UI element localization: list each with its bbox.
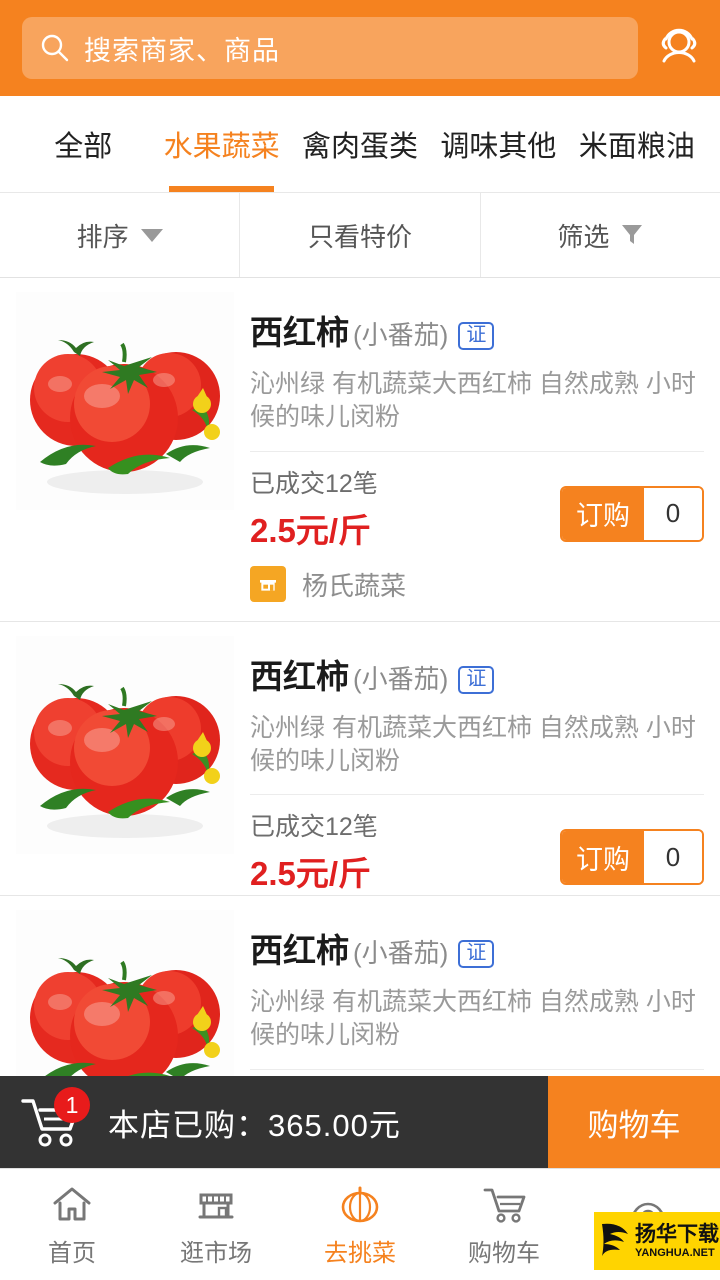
product-subname: (小番茄) (353, 938, 449, 968)
filter-bar: 排序 只看特价 筛选 (0, 192, 720, 278)
cart-icon[interactable]: 1 (20, 1087, 90, 1151)
tab-label: 全部 (54, 131, 113, 163)
product-name: 西红柿 (250, 932, 349, 969)
watermark-en: YANGHUA.NET (635, 1246, 715, 1259)
shop-row[interactable]: 杨氏蔬菜 (250, 552, 704, 621)
watermark-logo-icon (598, 1218, 632, 1264)
tab-label: 禽肉蛋类 (302, 131, 419, 163)
nav-item-home[interactable]: 首页 (0, 1181, 144, 1268)
download-site-watermark: 扬华下载 YANGHUA.NET (594, 1212, 720, 1270)
product-description: 沁州绿 有机蔬菜大西红柿 自然成熟 小时候的味儿闵粉 (250, 712, 704, 795)
user-service-icon[interactable] (652, 21, 706, 75)
cart-summary-left[interactable]: 1 本店已购：365.00元 (0, 1076, 548, 1168)
cart-summary-bar: 1 本店已购：365.00元 购物车 (0, 1076, 720, 1168)
pumpkin-icon (337, 1181, 383, 1227)
product-title-row: 西红柿 (小番茄) 证 (250, 910, 704, 972)
shop-name: 杨氏蔬菜 (302, 570, 407, 601)
watermark-cn: 扬华下载 (635, 1222, 719, 1246)
sort-filter[interactable]: 排序 (0, 193, 239, 277)
category-tabs: 全部 水果蔬菜 禽肉蛋类 调味其他 米面粮油 (0, 96, 720, 192)
storefront-icon (250, 566, 286, 602)
advanced-filter[interactable]: 筛选 (479, 193, 720, 277)
nav-label: 首页 (48, 1240, 96, 1267)
status-badge: 证 (458, 940, 495, 968)
product-info: 西红柿 (小番茄) 证 沁州绿 有机蔬菜大西红柿 自然成熟 小时候的味儿闵粉 已… (250, 636, 704, 896)
tab-all[interactable]: 全部 (14, 96, 152, 192)
nav-item-pick-vegetables[interactable]: 去挑菜 (288, 1181, 432, 1268)
search-icon (40, 33, 70, 63)
product-buy-row: 已成交12笔 2.5元/斤 订购 0 (250, 795, 704, 895)
app-header: 搜索商家、商品 (0, 0, 720, 96)
product-name: 西红柿 (250, 657, 349, 695)
go-to-cart-label: 购物车 (587, 1107, 681, 1143)
product-price: 2.5元/斤 (250, 855, 372, 892)
special-price-filter[interactable]: 只看特价 (239, 193, 479, 277)
product-title-row: 西红柿 (小番茄) 证 (250, 292, 704, 354)
funnel-icon (621, 223, 643, 247)
nav-label: 逛市场 (180, 1240, 252, 1267)
order-button-label: 订购 (562, 831, 644, 883)
product-title-row: 西红柿 (小番茄) 证 (250, 636, 704, 698)
sold-count: 已成交12笔 (250, 813, 378, 841)
chevron-down-icon (140, 228, 163, 242)
go-to-cart-button[interactable]: 购物车 (548, 1076, 720, 1168)
nav-item-market[interactable]: 逛市场 (144, 1181, 288, 1268)
filter-label: 筛选 (557, 221, 610, 252)
product-list: 西红柿 (小番茄) 证 沁州绿 有机蔬菜大西红柿 自然成熟 小时候的味儿闵粉 已… (0, 278, 720, 1171)
order-button[interactable]: 订购 0 (560, 829, 704, 885)
product-description: 沁州绿 有机蔬菜大西红柿 自然成熟 小时候的味儿闵粉 (250, 986, 704, 1070)
tab-label: 米面粮油 (578, 131, 695, 163)
search-placeholder-text: 搜索商家、商品 (84, 35, 280, 66)
home-icon (49, 1181, 95, 1227)
tab-meat-egg[interactable]: 禽肉蛋类 (291, 96, 429, 192)
nav-label: 去挑菜 (324, 1240, 396, 1267)
product-subname: (小番茄) (353, 320, 449, 350)
table-row[interactable]: 西红柿 (小番茄) 证 沁州绿 有机蔬菜大西红柿 自然成熟 小时候的味儿闵粉 已… (0, 621, 720, 896)
product-price-block: 已成交12笔 2.5元/斤 (250, 464, 378, 552)
watermark-text: 扬华下载 YANGHUA.NET (635, 1224, 719, 1259)
quantity-stepper[interactable]: 0 (644, 831, 702, 883)
product-info: 西红柿 (小番茄) 证 沁州绿 有机蔬菜大西红柿 自然成熟 小时候的味儿闵粉 已… (250, 292, 704, 621)
product-subname: (小番茄) (353, 663, 449, 694)
special-price-label: 只看特价 (307, 221, 412, 252)
order-button-label: 订购 (562, 487, 644, 540)
product-description: 沁州绿 有机蔬菜大西红柿 自然成熟 小时候的味儿闵粉 (250, 368, 704, 452)
product-buy-row: 已成交12笔 2.5元/斤 订购 0 (250, 452, 704, 552)
cart-icon (481, 1181, 527, 1227)
product-price: 2.5元/斤 (250, 511, 372, 549)
cart-summary-text: 本店已购：365.00元 (108, 1107, 401, 1143)
table-row[interactable]: 西红柿 (小番茄) 证 沁州绿 有机蔬菜大西红柿 自然成熟 小时候的味儿闵粉 已… (0, 278, 720, 622)
product-image (16, 292, 234, 510)
product-name: 西红柿 (250, 314, 349, 351)
storefront-icon (193, 1181, 239, 1227)
tab-label: 水果蔬菜 (163, 131, 280, 163)
search-input[interactable]: 搜索商家、商品 (22, 17, 638, 79)
tab-fruit-veg[interactable]: 水果蔬菜 (152, 96, 290, 192)
sort-label: 排序 (76, 221, 129, 252)
product-price-block: 已成交12笔 2.5元/斤 (250, 807, 378, 895)
order-button[interactable]: 订购 0 (560, 485, 704, 542)
tab-seasoning-other[interactable]: 调味其他 (429, 96, 567, 192)
nav-item-cart[interactable]: 购物车 (432, 1181, 576, 1268)
app-screen: 搜索商家、商品 全部 水果蔬菜 禽肉蛋类 调味其他 米面粮油 排序 只看特价 筛… (0, 0, 720, 1280)
quantity-stepper[interactable]: 0 (644, 487, 702, 540)
product-image (16, 635, 234, 854)
cart-badge-count: 1 (54, 1087, 90, 1123)
sold-count: 已成交12笔 (250, 469, 378, 498)
status-badge: 证 (458, 322, 495, 350)
status-badge: 证 (458, 665, 495, 694)
nav-label: 购物车 (468, 1240, 540, 1267)
tab-label: 调味其他 (440, 131, 557, 163)
tab-rice-flour-oil[interactable]: 米面粮油 (568, 96, 706, 192)
